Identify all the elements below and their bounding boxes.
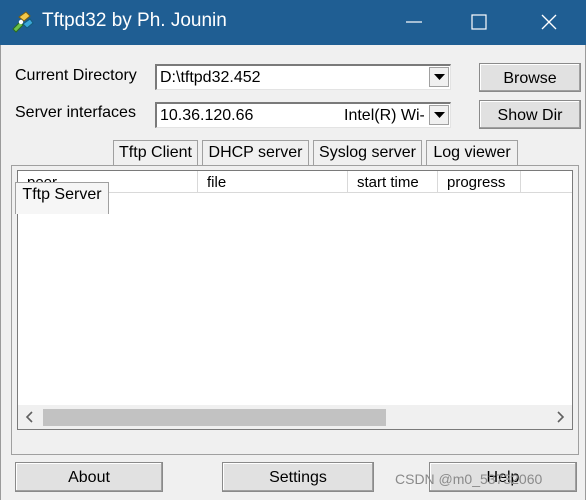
close-icon — [541, 14, 557, 30]
tab-dhcp-server-label: DHCP server — [208, 144, 303, 161]
about-button[interactable]: About — [15, 462, 163, 492]
scroll-left-icon[interactable] — [22, 409, 38, 425]
close-button[interactable] — [520, 0, 578, 45]
horizontal-scrollbar-thumb[interactable] — [43, 409, 386, 426]
scroll-right-icon[interactable] — [552, 409, 568, 425]
browse-button[interactable]: Browse — [479, 63, 581, 92]
tab-tftp-client[interactable]: Tftp Client — [113, 140, 198, 168]
browse-button-label: Browse — [503, 70, 557, 87]
tab-tftp-client-label: Tftp Client — [119, 144, 192, 161]
watermark: CSDN @m0_53732060 — [395, 471, 543, 487]
tab-tftp-server[interactable]: Tftp Server — [15, 182, 109, 214]
about-button-label: About — [68, 469, 110, 486]
tab-syslog-server[interactable]: Syslog server — [313, 140, 422, 168]
show-dir-button[interactable]: Show Dir — [479, 100, 581, 129]
column-header-progress-label: progress — [447, 174, 506, 191]
column-header-file-label: file — [207, 174, 227, 191]
maximize-button[interactable] — [450, 0, 508, 45]
server-interfaces-label: Server interfaces — [15, 104, 136, 121]
column-header-start-time[interactable]: start time — [348, 171, 438, 193]
tab-log-viewer-label: Log viewer — [433, 144, 511, 161]
server-interfaces-dropdown-button[interactable] — [429, 105, 449, 125]
column-header-filler — [521, 171, 572, 193]
current-directory-value: D:\tftpd32.452 — [160, 69, 261, 86]
tftpd32-app-icon — [12, 11, 34, 33]
column-header-progress[interactable]: progress — [438, 171, 521, 193]
server-interfaces-combobox[interactable]: 10.36.120.66 Intel(R) Wi- — [155, 102, 451, 128]
show-dir-button-label: Show Dir — [497, 107, 563, 124]
tab-tftp-server-label: Tftp Server — [22, 186, 102, 203]
tab-log-viewer[interactable]: Log viewer — [426, 140, 518, 168]
chevron-down-icon — [434, 112, 445, 118]
minimize-button[interactable] — [385, 0, 443, 45]
maximize-icon — [471, 14, 487, 30]
minimize-icon — [406, 21, 422, 23]
settings-button[interactable]: Settings — [222, 462, 374, 492]
server-interface-ip: 10.36.120.66 — [160, 107, 254, 124]
settings-button-label: Settings — [269, 469, 327, 486]
column-header-start-time-label: start time — [357, 174, 419, 191]
current-directory-dropdown-button[interactable] — [429, 67, 449, 87]
title-bar[interactable]: Tftpd32 by Ph. Jounin — [0, 0, 586, 45]
server-interface-adapter: Intel(R) Wi- — [344, 107, 424, 124]
chevron-down-icon — [434, 74, 445, 80]
column-header-file[interactable]: file — [198, 171, 348, 193]
window-body: Current Directory D:\tftpd32.452 Browse … — [0, 45, 586, 500]
tab-dhcp-server[interactable]: DHCP server — [202, 140, 309, 168]
current-directory-label: Current Directory — [15, 67, 137, 84]
window-title: Tftpd32 by Ph. Jounin — [42, 10, 227, 31]
horizontal-scrollbar[interactable] — [18, 405, 572, 429]
current-directory-combobox[interactable]: D:\tftpd32.452 — [155, 64, 451, 90]
tab-syslog-server-label: Syslog server — [319, 144, 416, 161]
